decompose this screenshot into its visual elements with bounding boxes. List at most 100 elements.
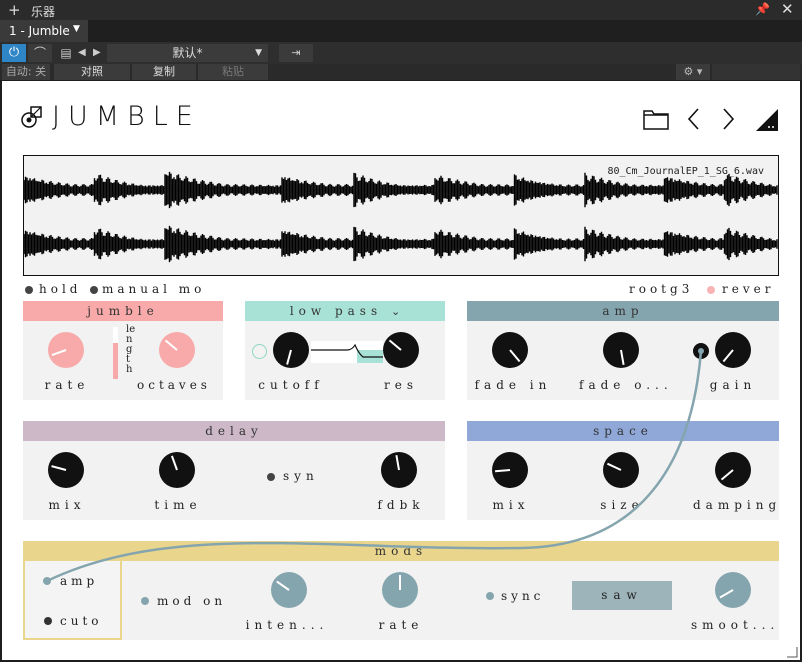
power-button[interactable]: ⏻ — [2, 44, 26, 62]
gain-mod-target-center — [698, 348, 704, 354]
waveform-shape-button[interactable]: saw — [572, 581, 672, 610]
rate-knob[interactable] — [48, 332, 84, 372]
mods-target-list — [23, 561, 122, 640]
feedback-knob[interactable] — [381, 452, 417, 492]
mod-rate-knob[interactable] — [382, 572, 418, 612]
space-mix-label: mix — [492, 498, 530, 512]
paste-button[interactable]: 粘贴 — [198, 64, 268, 80]
rate-label: rate — [44, 378, 90, 392]
space-mix-knob[interactable] — [492, 452, 528, 492]
chevron-right-icon[interactable] — [720, 107, 736, 131]
mod-rate-label: rate — [378, 618, 424, 632]
cutoff-mod-source-dot[interactable] — [44, 617, 52, 625]
delay-sync-label: syn — [283, 469, 319, 483]
brand-title: JUMBLE — [52, 101, 201, 132]
chevron-down-icon: ▼ — [255, 48, 262, 58]
amp-panel: amp fade in fade o... gain — [467, 301, 779, 400]
feedback-label: fdbk — [377, 498, 425, 512]
mod-sync-toggle[interactable] — [486, 592, 494, 600]
delay-header: delay — [23, 421, 445, 441]
hold-toggle[interactable] — [25, 286, 33, 294]
delay-time-label: time — [154, 498, 202, 512]
delay-sync-toggle[interactable] — [267, 473, 275, 481]
space-size-knob[interactable] — [603, 452, 639, 492]
host-tabbar: 1 - Jumble ▼ — [0, 20, 802, 42]
length-slider[interactable] — [113, 327, 118, 379]
smooth-label: smoot... — [691, 618, 780, 632]
host-toolbar-secondary: 自动: 关 对照 复制 粘贴 ⚙ ▾ — [0, 64, 802, 80]
add-icon[interactable]: + — [8, 1, 21, 19]
lowpass-title: low pass — [289, 304, 383, 318]
window-title: 乐器 — [31, 5, 56, 19]
mod-on-label: mod on — [157, 594, 227, 608]
reverse-toggle[interactable] — [707, 286, 715, 294]
cutoff-knob[interactable] — [273, 332, 309, 372]
lowpass-header[interactable]: low pass ⌄ — [245, 301, 445, 321]
auto-button[interactable]: 自动: 关 — [2, 64, 50, 80]
prev-preset-icon[interactable]: ◀ — [78, 44, 90, 62]
intensity-knob[interactable] — [271, 572, 307, 612]
mods-header: mods — [23, 541, 779, 561]
tab-jumble[interactable]: 1 - Jumble ▼ — [0, 20, 88, 42]
menu-corner-icon[interactable] — [754, 107, 780, 133]
tab-label: 1 - Jumble — [9, 24, 70, 38]
lowpass-panel: low pass ⌄ cutoff res — [245, 301, 445, 400]
mod-on-toggle[interactable] — [141, 597, 149, 605]
damping-knob[interactable] — [715, 452, 751, 492]
jumble-panel: jumble rate length octaves — [23, 301, 223, 400]
close-icon[interactable]: ✕ — [781, 0, 794, 18]
fade-out-label: fade o... — [579, 378, 673, 392]
amp-mod-source-dot[interactable] — [43, 577, 51, 585]
lowpass-enable-toggle[interactable] — [252, 344, 267, 359]
chevron-left-icon[interactable] — [686, 107, 702, 131]
sample-filename: 80_Cm_JournalEP_1_SG_6.wav — [607, 166, 764, 177]
length-slider-fill — [113, 343, 118, 379]
mods-panel: mods amp cuto mod on inten... rate sync … — [23, 541, 779, 640]
compare-button[interactable]: 对照 — [54, 64, 130, 80]
host-empty-field — [712, 64, 800, 80]
res-knob[interactable] — [383, 332, 419, 372]
preset-browser-icon[interactable]: ▤ — [57, 44, 75, 62]
gain-knob[interactable] — [715, 332, 751, 372]
reverse-label: rever — [722, 282, 775, 296]
amp-header: amp — [467, 301, 779, 321]
intensity-label: inten... — [245, 618, 329, 632]
waveform-display[interactable]: 80_Cm_JournalEP_1_SG_6.wav — [23, 155, 779, 276]
filter-curve-graphic — [311, 341, 383, 363]
fade-in-label: fade in — [474, 378, 552, 392]
resize-grip-icon[interactable] — [786, 646, 798, 658]
next-preset-icon[interactable]: ▶ — [93, 44, 105, 62]
gain-label: gain — [709, 378, 757, 392]
space-panel: space mix size damping — [467, 421, 779, 520]
copy-button[interactable]: 复制 — [132, 64, 196, 80]
fade-out-knob[interactable] — [603, 332, 639, 372]
monitor-icon[interactable]: ⌒ — [28, 44, 52, 62]
plugin-body: JUMBLE 80_Cm_JournalEP_1_SG_6.wav hold m… — [2, 81, 800, 660]
res-label: res — [384, 378, 418, 392]
chevron-down-icon[interactable]: ▼ — [73, 24, 80, 34]
preset-name: 默认* — [172, 46, 203, 60]
octaves-knob[interactable] — [159, 332, 195, 372]
space-header: space — [467, 421, 779, 441]
space-size-label: size — [600, 498, 644, 512]
forward-icon[interactable]: ⇥ — [279, 44, 313, 62]
jumble-header: jumble — [23, 301, 223, 321]
gain-mod-target-dot[interactable] — [693, 343, 709, 359]
delay-time-knob[interactable] — [159, 452, 195, 492]
mod-sync-label: sync — [501, 589, 545, 603]
delay-mix-knob[interactable] — [48, 452, 84, 492]
hold-label: hold — [39, 282, 82, 296]
cutoff-label: cutoff — [258, 378, 324, 392]
fade-in-knob[interactable] — [492, 332, 528, 372]
manual-mode-toggle[interactable] — [90, 286, 98, 294]
pin-icon[interactable]: 📌 — [755, 2, 770, 16]
cutoff-mod-label: cuto — [60, 614, 103, 628]
length-label: length — [126, 324, 136, 375]
preset-select[interactable]: 默认* ▼ — [107, 44, 268, 62]
smooth-knob[interactable] — [715, 572, 751, 612]
delay-mix-label: mix — [48, 498, 86, 512]
chevron-down-icon: ⌄ — [390, 305, 401, 318]
root-note-label[interactable]: rootg3 — [629, 282, 693, 296]
folder-icon[interactable] — [642, 107, 670, 131]
gear-icon[interactable]: ⚙ ▾ — [676, 64, 710, 80]
